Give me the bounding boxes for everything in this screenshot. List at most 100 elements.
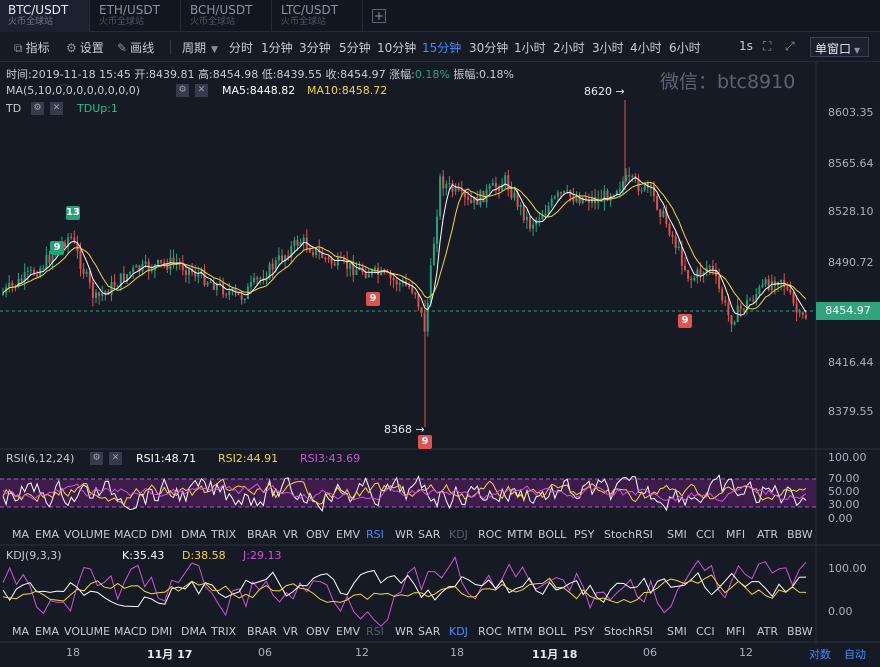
indicator-tab-sar[interactable]: SAR (418, 528, 440, 541)
tab-btc-usdt[interactable]: BTC/USDT 火币全球站 (0, 0, 90, 32)
precision-button[interactable]: 1s (739, 39, 753, 53)
indicator-tab-emv[interactable]: EMV (336, 528, 360, 541)
indicator-tab-smi[interactable]: SMI (667, 528, 687, 541)
indicator-tab-atr[interactable]: ATR (757, 528, 778, 541)
candle-body (271, 263, 274, 270)
window-mode-select[interactable]: 单窗口 ▼ (810, 37, 869, 57)
tab-bch-usdt[interactable]: BCH/USDT 火币全球站 (182, 0, 272, 32)
indicator-tab-atr[interactable]: ATR (757, 625, 778, 638)
indicator-tab-dmi[interactable]: DMI (151, 528, 172, 541)
indicator-tab-ema[interactable]: EMA (35, 528, 59, 541)
gear-icon[interactable]: ⚙ (176, 84, 189, 97)
indicator-tab-obv[interactable]: OBV (306, 625, 329, 638)
gear-icon[interactable]: ⚙ (31, 102, 44, 115)
indicator-tab-stochrsi[interactable]: StochRSI (604, 625, 653, 638)
tab-ltc-usdt[interactable]: LTC/USDT 火币全球站 (273, 0, 363, 32)
indicator-tab-macd[interactable]: MACD (114, 528, 147, 541)
auto-scale-toggle[interactable]: 自动 (844, 646, 866, 662)
indicator-tab-sar[interactable]: SAR (418, 625, 440, 638)
kdj-d-value: D:38.58 (182, 549, 226, 562)
period-button[interactable]: 3分钟 (299, 39, 331, 56)
indicator-tab-macd[interactable]: MACD (114, 625, 147, 638)
close-icon[interactable]: ✕ (109, 452, 122, 465)
indicator-tab-psy[interactable]: PSY (574, 625, 594, 638)
period-button[interactable]: 1分钟 (261, 39, 293, 56)
tab-exchange: 火币全球站 (281, 17, 327, 27)
indicator-tab-boll[interactable]: BOLL (538, 528, 566, 541)
candle-body (488, 185, 491, 190)
indicator-tab-vr[interactable]: VR (283, 625, 298, 638)
add-tab-icon[interactable]: + (372, 9, 386, 23)
indicators-button[interactable]: ⧉ 指标 (14, 39, 50, 56)
indicator-tab-dmi[interactable]: DMI (151, 625, 172, 638)
candle-body (29, 269, 32, 271)
indicator-tab-emv[interactable]: EMV (336, 625, 360, 638)
indicator-tab-cci[interactable]: CCI (696, 528, 715, 541)
log-scale-toggle[interactable]: 对数 (809, 646, 831, 662)
indicator-tab-wr[interactable]: WR (395, 528, 414, 541)
period-dropdown[interactable]: 周期 ▼ (182, 39, 218, 56)
candle-body (135, 265, 138, 268)
candle-body (395, 280, 398, 285)
indicator-tab-vr[interactable]: VR (283, 528, 298, 541)
indicator-tab-ema[interactable]: EMA (35, 625, 59, 638)
indicator-tab-roc[interactable]: ROC (478, 625, 502, 638)
period-button[interactable]: 1小时 (514, 39, 546, 56)
indicator-tab-mtm[interactable]: MTM (507, 625, 533, 638)
kdj-k-line (2, 570, 807, 608)
period-button[interactable]: 分时 (229, 39, 253, 56)
candle-body (85, 271, 88, 274)
close-icon[interactable]: ✕ (195, 84, 208, 97)
period-button[interactable]: 5分钟 (339, 39, 371, 56)
indicator-tab-bbw[interactable]: BBW (787, 528, 813, 541)
indicator-tab-dma[interactable]: DMA (181, 625, 207, 638)
indicator-tab-wr[interactable]: WR (395, 625, 414, 638)
expand-icon[interactable]: ⤢ (785, 39, 795, 54)
indicator-tab-ma[interactable]: MA (12, 625, 29, 638)
indicator-tab-rsi[interactable]: RSI (366, 625, 384, 638)
tab-eth-usdt[interactable]: ETH/USDT 火币全球站 (91, 0, 181, 32)
indicator-tab-trix[interactable]: TRIX (211, 625, 236, 638)
close-icon[interactable]: ✕ (50, 102, 63, 115)
indicator-tab-smi[interactable]: SMI (667, 625, 687, 638)
chart-toolbar: ⧉ 指标 ⚙ 设置 ✎ 画线 周期 ▼ 分时 1分钟 3分钟 5分钟 10分钟 15分钟 30分钟 1… (0, 32, 880, 62)
indicator-tab-volume[interactable]: VOLUME (64, 625, 110, 638)
fullscreen-icon[interactable]: ⛶ (763, 39, 771, 54)
chart-canvas[interactable] (0, 62, 880, 667)
indicator-tab-trix[interactable]: TRIX (211, 528, 236, 541)
indicator-tab-roc[interactable]: ROC (478, 528, 502, 541)
ma10-value: MA10:8458.72 (307, 84, 388, 97)
period-button[interactable]: 15分钟 (422, 39, 461, 56)
indicator-tab-mtm[interactable]: MTM (507, 528, 533, 541)
indicator-tab-ma[interactable]: MA (12, 528, 29, 541)
period-button[interactable]: 6小时 (669, 39, 701, 56)
indicator-tab-mfi[interactable]: MFI (726, 528, 745, 541)
candle-body (209, 282, 212, 284)
indicator-tab-rsi[interactable]: RSI (366, 528, 384, 541)
indicator-tab-kdj[interactable]: KDJ (449, 625, 468, 638)
indicator-tab-brar[interactable]: BRAR (247, 625, 277, 638)
indicator-tab-volume[interactable]: VOLUME (64, 528, 110, 541)
indicator-tab-bbw[interactable]: BBW (787, 625, 813, 638)
candle-body (2, 292, 4, 295)
indicator-tab-boll[interactable]: BOLL (538, 625, 566, 638)
settings-button[interactable]: ⚙ 设置 (66, 39, 104, 56)
candle-body (122, 273, 125, 282)
indicator-tab-mfi[interactable]: MFI (726, 625, 745, 638)
indicator-tab-dma[interactable]: DMA (181, 528, 207, 541)
indicator-tab-stochrsi[interactable]: StochRSI (604, 528, 653, 541)
period-button[interactable]: 4小时 (630, 39, 662, 56)
period-button[interactable]: 3小时 (592, 39, 624, 56)
indicator-tab-psy[interactable]: PSY (574, 528, 594, 541)
gear-icon[interactable]: ⚙ (90, 452, 103, 465)
period-button[interactable]: 30分钟 (469, 39, 508, 56)
draw-button[interactable]: ✎ 画线 (117, 39, 154, 56)
indicator-tab-obv[interactable]: OBV (306, 528, 329, 541)
period-button[interactable]: 2小时 (553, 39, 585, 56)
candle-body (656, 195, 659, 210)
indicator-tab-cci[interactable]: CCI (696, 625, 715, 638)
indicator-tab-kdj[interactable]: KDJ (449, 528, 468, 541)
indicator-tab-brar[interactable]: BRAR (247, 528, 277, 541)
period-button[interactable]: 10分钟 (377, 39, 416, 56)
candle-body (64, 242, 66, 247)
